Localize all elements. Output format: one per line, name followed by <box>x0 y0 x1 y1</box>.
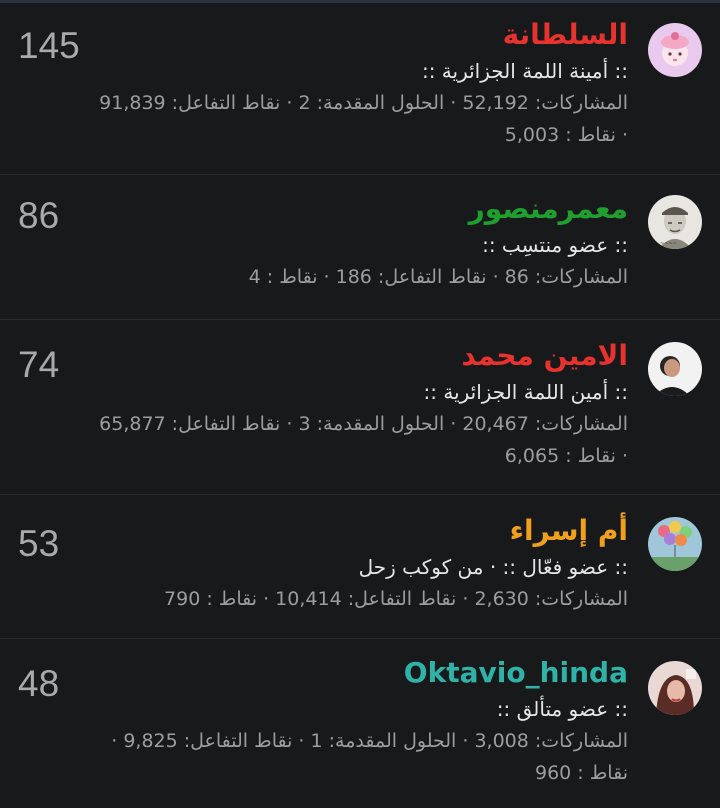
member-name[interactable]: معمرمنصور <box>18 191 628 227</box>
member-row[interactable]: 86 ~~~~ معمرمنصور :: عضو منتسِب :: المشا… <box>0 175 720 320</box>
member-title: :: أمين اللمة الجزائرية :: <box>423 380 628 404</box>
member-stats: المشاركات: 3,008 · الحلول المقدمة: 1 · ن… <box>111 730 628 752</box>
member-stats-continued: · نقاط : 6,065 <box>504 445 628 467</box>
member-title: :: عضو فعّال :: · من كوكب زحل <box>358 555 628 579</box>
member-stats: المشاركات: 52,192 · الحلول المقدمة: 2 · … <box>99 92 628 114</box>
member-row[interactable]: 53 أم إسراء :: عضو فعّال :: · من كوكب زح… <box>0 495 720 639</box>
balloons-avatar[interactable] <box>648 517 702 571</box>
sketch-portrait-avatar[interactable]: ~~~~ <box>648 195 702 249</box>
member-stats-continued: · نقاط : 5,003 <box>504 124 628 146</box>
pink-girl-avatar[interactable] <box>648 23 702 77</box>
member-name[interactable]: أم إسراء <box>18 513 628 549</box>
member-title: :: عضو منتسِب :: <box>482 233 628 257</box>
girl-photo-avatar[interactable] <box>648 661 702 715</box>
member-name[interactable]: السلطانة <box>18 17 628 53</box>
svg-text:~~~~: ~~~~ <box>660 241 677 247</box>
member-row[interactable]: 145 السلطانة :: أمينة اللمة الجزائرية ::… <box>0 3 720 175</box>
member-stats-continued: نقاط : 960 <box>534 762 628 784</box>
member-name[interactable]: Oktavio_hinda <box>18 655 628 691</box>
member-name[interactable]: الامين محمد <box>18 338 628 374</box>
member-row[interactable]: 74 الامين محمد :: أمين اللمة الجزائرية :… <box>0 320 720 495</box>
man-photo-avatar[interactable] <box>648 342 702 396</box>
member-title: :: عضو متألق :: <box>496 697 628 721</box>
member-title: :: أمينة اللمة الجزائرية :: <box>421 59 628 83</box>
member-stats: المشاركات: 20,467 · الحلول المقدمة: 3 · … <box>99 413 628 435</box>
member-row[interactable]: 48 Oktavio_hinda :: عضو متألق :: المشارك… <box>0 639 720 808</box>
member-stats: المشاركات: 86 · نقاط التفاعل: 186 · نقاط… <box>248 266 628 288</box>
member-stats: المشاركات: 2,630 · نقاط التفاعل: 10,414 … <box>164 588 628 610</box>
